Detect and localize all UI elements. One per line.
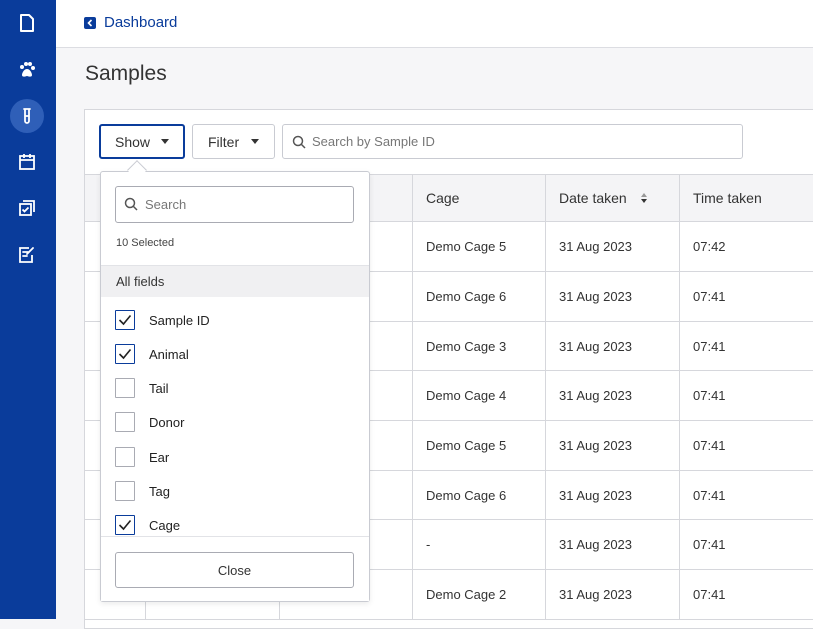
- header-date-taken[interactable]: Date taken: [545, 175, 680, 221]
- checkbox-unchecked[interactable]: [115, 447, 135, 467]
- date-cell: 31 Aug 2023: [545, 272, 679, 321]
- time-cell: 07:42: [679, 222, 813, 271]
- dropdown-footer: Close: [101, 536, 369, 601]
- dropdown-search-box: [115, 186, 354, 223]
- caret-down-icon: [161, 139, 169, 144]
- chevron-left-icon: [84, 16, 96, 29]
- back-to-dashboard-link[interactable]: Dashboard: [84, 14, 177, 31]
- cage-cell: Demo Cage 5: [412, 421, 545, 470]
- option-label: Tag: [149, 483, 170, 499]
- option-cage[interactable]: Cage: [115, 514, 180, 536]
- selected-count: 10 Selected: [116, 237, 175, 249]
- dropdown-search-input[interactable]: [145, 189, 345, 220]
- checkbox-unchecked[interactable]: [115, 412, 135, 432]
- time-cell: 07:41: [679, 570, 813, 619]
- checkbox-checked[interactable]: [115, 344, 135, 364]
- page-title: Samples: [85, 62, 167, 85]
- back-label: Dashboard: [104, 14, 178, 31]
- cage-cell: Demo Cage 6: [412, 471, 545, 519]
- paw-icon[interactable]: [10, 53, 44, 87]
- search-icon: [124, 197, 138, 216]
- checkbox-unchecked[interactable]: [115, 378, 135, 398]
- checklist-edit-icon[interactable]: [10, 238, 44, 272]
- caret-down-icon: [251, 139, 259, 144]
- filter-button[interactable]: Filter: [192, 124, 275, 159]
- sort-icon[interactable]: [640, 193, 647, 203]
- date-cell: 31 Aug 2023: [545, 421, 679, 470]
- search-icon: [292, 135, 306, 154]
- option-donor[interactable]: Donor: [115, 411, 184, 433]
- show-button[interactable]: Show: [99, 124, 185, 159]
- option-label: Donor: [149, 414, 185, 430]
- option-ear[interactable]: Ear: [115, 446, 169, 468]
- filter-label: Filter: [208, 133, 240, 150]
- test-tube-icon[interactable]: [10, 99, 44, 133]
- date-cell: 31 Aug 2023: [545, 222, 679, 271]
- date-cell: 31 Aug 2023: [545, 322, 679, 370]
- option-animal[interactable]: Animal: [115, 343, 189, 365]
- date-cell: 31 Aug 2023: [545, 520, 679, 569]
- sample-search-box: [282, 124, 743, 159]
- time-cell: 07:41: [679, 371, 813, 420]
- cage-cell: Demo Cage 5: [412, 222, 545, 271]
- document-icon[interactable]: [10, 6, 44, 40]
- time-cell: 07:41: [679, 272, 813, 321]
- time-cell: 07:41: [679, 520, 813, 569]
- header-date-label: Date taken: [559, 190, 627, 206]
- checkbox-checked[interactable]: [115, 310, 135, 330]
- option-tail[interactable]: Tail: [115, 377, 169, 399]
- option-sample-id[interactable]: Sample ID: [115, 309, 210, 331]
- tasks-icon[interactable]: [10, 191, 44, 225]
- all-fields-group: All fields: [101, 265, 369, 297]
- cage-cell: Demo Cage 4: [412, 371, 545, 420]
- header-time-label: Time taken: [693, 190, 762, 206]
- option-label: Animal: [149, 346, 189, 362]
- header-time-taken[interactable]: Time taken: [679, 175, 813, 221]
- checkbox-unchecked[interactable]: [115, 481, 135, 501]
- option-label: Cage: [149, 517, 181, 533]
- cage-cell: Demo Cage 3: [412, 322, 545, 370]
- sidebar: [0, 0, 56, 619]
- cage-cell: Demo Cage 2: [412, 570, 545, 619]
- top-bar: Dashboard: [56, 0, 813, 48]
- header-cage-label: Cage: [426, 190, 460, 206]
- checkbox-checked[interactable]: [115, 515, 135, 535]
- show-label: Show: [115, 133, 151, 150]
- time-cell: 07:41: [679, 421, 813, 470]
- header-cage[interactable]: Cage: [412, 175, 546, 221]
- time-cell: 07:41: [679, 322, 813, 370]
- cage-cell: Demo Cage 6: [412, 272, 545, 321]
- date-cell: 31 Aug 2023: [545, 570, 679, 619]
- option-label: Sample ID: [149, 312, 210, 328]
- sample-search-input[interactable]: [312, 126, 732, 157]
- calendar-icon[interactable]: [10, 145, 44, 179]
- date-cell: 31 Aug 2023: [545, 371, 679, 420]
- option-tag[interactable]: Tag: [115, 480, 170, 502]
- option-label: Ear: [149, 449, 170, 465]
- time-cell: 07:41: [679, 471, 813, 519]
- show-columns-dropdown: 10 Selected All fields Sample ID Animal …: [100, 171, 370, 602]
- cage-cell: -: [412, 520, 545, 569]
- close-button[interactable]: Close: [115, 552, 354, 588]
- date-cell: 31 Aug 2023: [545, 471, 679, 519]
- option-label: Tail: [149, 380, 169, 396]
